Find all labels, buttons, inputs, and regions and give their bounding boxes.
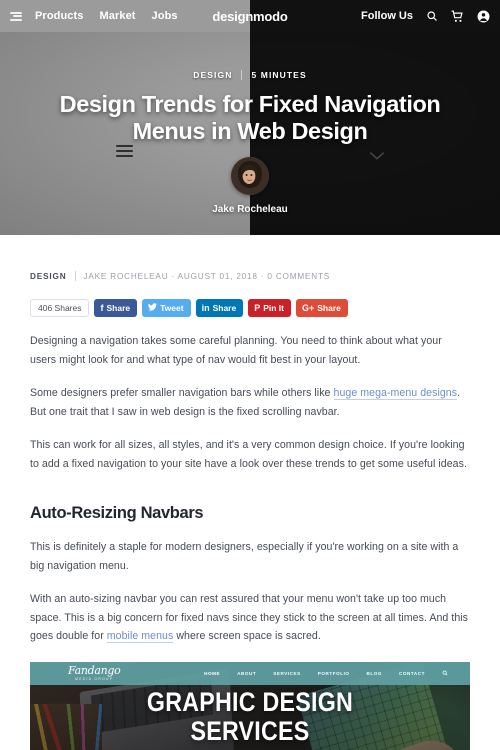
- paragraph-text: Some designers prefer smaller navigation…: [30, 387, 334, 399]
- example-nav-home[interactable]: HOME: [204, 671, 220, 676]
- post-byline: JAKE ROCHELEAU · AUGUST 01, 2018 · 0 COM…: [83, 271, 331, 281]
- example-logo-subtext: MEDIA GROUP: [75, 676, 114, 681]
- linkedin-icon: in: [201, 302, 210, 313]
- hamburger-icon[interactable]: [10, 11, 22, 21]
- share-button-twitter[interactable]: Tweet: [142, 299, 191, 317]
- example-hero-text: GRAPHIC DESIGN SERVICES Boost your busin…: [30, 686, 470, 750]
- share-label: Share: [317, 303, 341, 313]
- example-logo-text: Fandango: [68, 664, 121, 678]
- share-label: Share: [212, 303, 237, 313]
- breadcrumb: DESIGN JAKE ROCHELEAU · AUGUST 01, 2018 …: [30, 271, 470, 281]
- page-root: Products Market Jobs designmodo Follow U…: [0, 0, 500, 750]
- paragraph: This is definitely a staple for modern d…: [30, 538, 470, 575]
- googleplus-icon: G+: [302, 302, 315, 313]
- hero-banner: DESIGN 5 MINUTES Design Trends for Fixed…: [0, 32, 500, 235]
- cart-icon[interactable]: [451, 9, 464, 23]
- post-category[interactable]: DESIGN: [30, 272, 67, 281]
- link-mega-menu-designs[interactable]: huge mega-menu designs: [333, 387, 458, 400]
- share-bar: 406 Shares f Share Tweet in Share P Pin …: [30, 299, 470, 317]
- article-body: DESIGN JAKE ROCHELEAU · AUGUST 01, 2018 …: [0, 271, 500, 750]
- meta-divider: [241, 70, 243, 80]
- account-icon[interactable]: [477, 10, 490, 23]
- nav-link-products[interactable]: Products: [35, 10, 83, 22]
- paragraph: This can work for all sizes, all styles,…: [30, 436, 470, 473]
- page-title: Design Trends for Fixed Navigation Menus…: [59, 91, 441, 144]
- paragraph-text: where screen space is sacred.: [173, 630, 321, 642]
- example-nav-services[interactable]: SERVICES: [273, 671, 301, 676]
- share-button-pinterest[interactable]: P Pin It: [248, 299, 291, 317]
- avatar: [231, 157, 269, 195]
- nav-link-market[interactable]: Market: [99, 10, 135, 22]
- example-nav-items: HOME ABOUT SERVICES PORTFOLIO BLOG CONTA…: [204, 670, 448, 677]
- share-button-googleplus[interactable]: G+ Share: [296, 299, 348, 317]
- example-navbar: Fandango MEDIA GROUP HOME ABOUT SERVICES…: [30, 661, 470, 685]
- share-button-linkedin[interactable]: in Share: [195, 299, 244, 317]
- link-mobile-menus[interactable]: mobile menus: [106, 630, 174, 643]
- example-nav-blog[interactable]: BLOG: [367, 671, 382, 676]
- search-icon[interactable]: [426, 10, 438, 22]
- hero-author[interactable]: Jake Rocheleau: [212, 204, 288, 215]
- header-actions: Follow Us: [361, 9, 490, 23]
- share-label: Tweet: [160, 303, 184, 313]
- site-header: Products Market Jobs designmodo Follow U…: [0, 0, 500, 32]
- follow-us-link[interactable]: Follow Us: [361, 10, 413, 22]
- meta-divider: [74, 271, 76, 281]
- primary-nav: Products Market Jobs: [35, 10, 178, 22]
- search-icon[interactable]: [442, 670, 448, 677]
- site-logo-text: designmodo: [212, 8, 288, 24]
- hero-hamburger-icon[interactable]: [116, 145, 133, 157]
- share-label: Share: [106, 303, 131, 313]
- facebook-icon: f: [100, 302, 104, 313]
- example-nav-about[interactable]: ABOUT: [237, 671, 256, 676]
- paragraph-text: This can work for all sizes, all styles,…: [30, 439, 467, 470]
- example-headline-line2: SERVICES: [190, 715, 310, 746]
- share-count: 406 Shares: [30, 299, 90, 317]
- hero-meta: DESIGN 5 MINUTES: [193, 70, 306, 80]
- paragraph: With an auto-sizing navbar you can rest …: [30, 590, 470, 646]
- section-heading: Auto-Resizing Navbars: [30, 504, 204, 522]
- share-label: Pin It: [263, 303, 284, 313]
- example-nav-portfolio[interactable]: PORTFOLIO: [318, 671, 350, 676]
- paragraph-text: This is definitely a staple for modern d…: [30, 541, 459, 572]
- nav-link-jobs[interactable]: Jobs: [152, 10, 178, 22]
- chevron-down-icon[interactable]: [369, 148, 385, 160]
- hero-category[interactable]: DESIGN: [193, 70, 232, 80]
- article-image: Fandango MEDIA GROUP HOME ABOUT SERVICES…: [30, 661, 470, 750]
- example-nav-contact[interactable]: CONTACT: [399, 671, 425, 676]
- paragraph: Some designers prefer smaller navigation…: [30, 384, 470, 421]
- share-button-facebook[interactable]: f Share: [94, 299, 138, 317]
- twitter-icon: [148, 303, 158, 313]
- hero-read-time: 5 MINUTES: [251, 70, 307, 80]
- pinterest-icon: P: [254, 302, 261, 313]
- paragraph: Designing a navigation takes some carefu…: [30, 332, 470, 369]
- paragraph-text: Designing a navigation takes some carefu…: [30, 335, 442, 366]
- example-headline-line1: GRAPHIC DESIGN: [146, 686, 354, 717]
- example-logo[interactable]: Fandango MEDIA GROUP: [68, 664, 121, 681]
